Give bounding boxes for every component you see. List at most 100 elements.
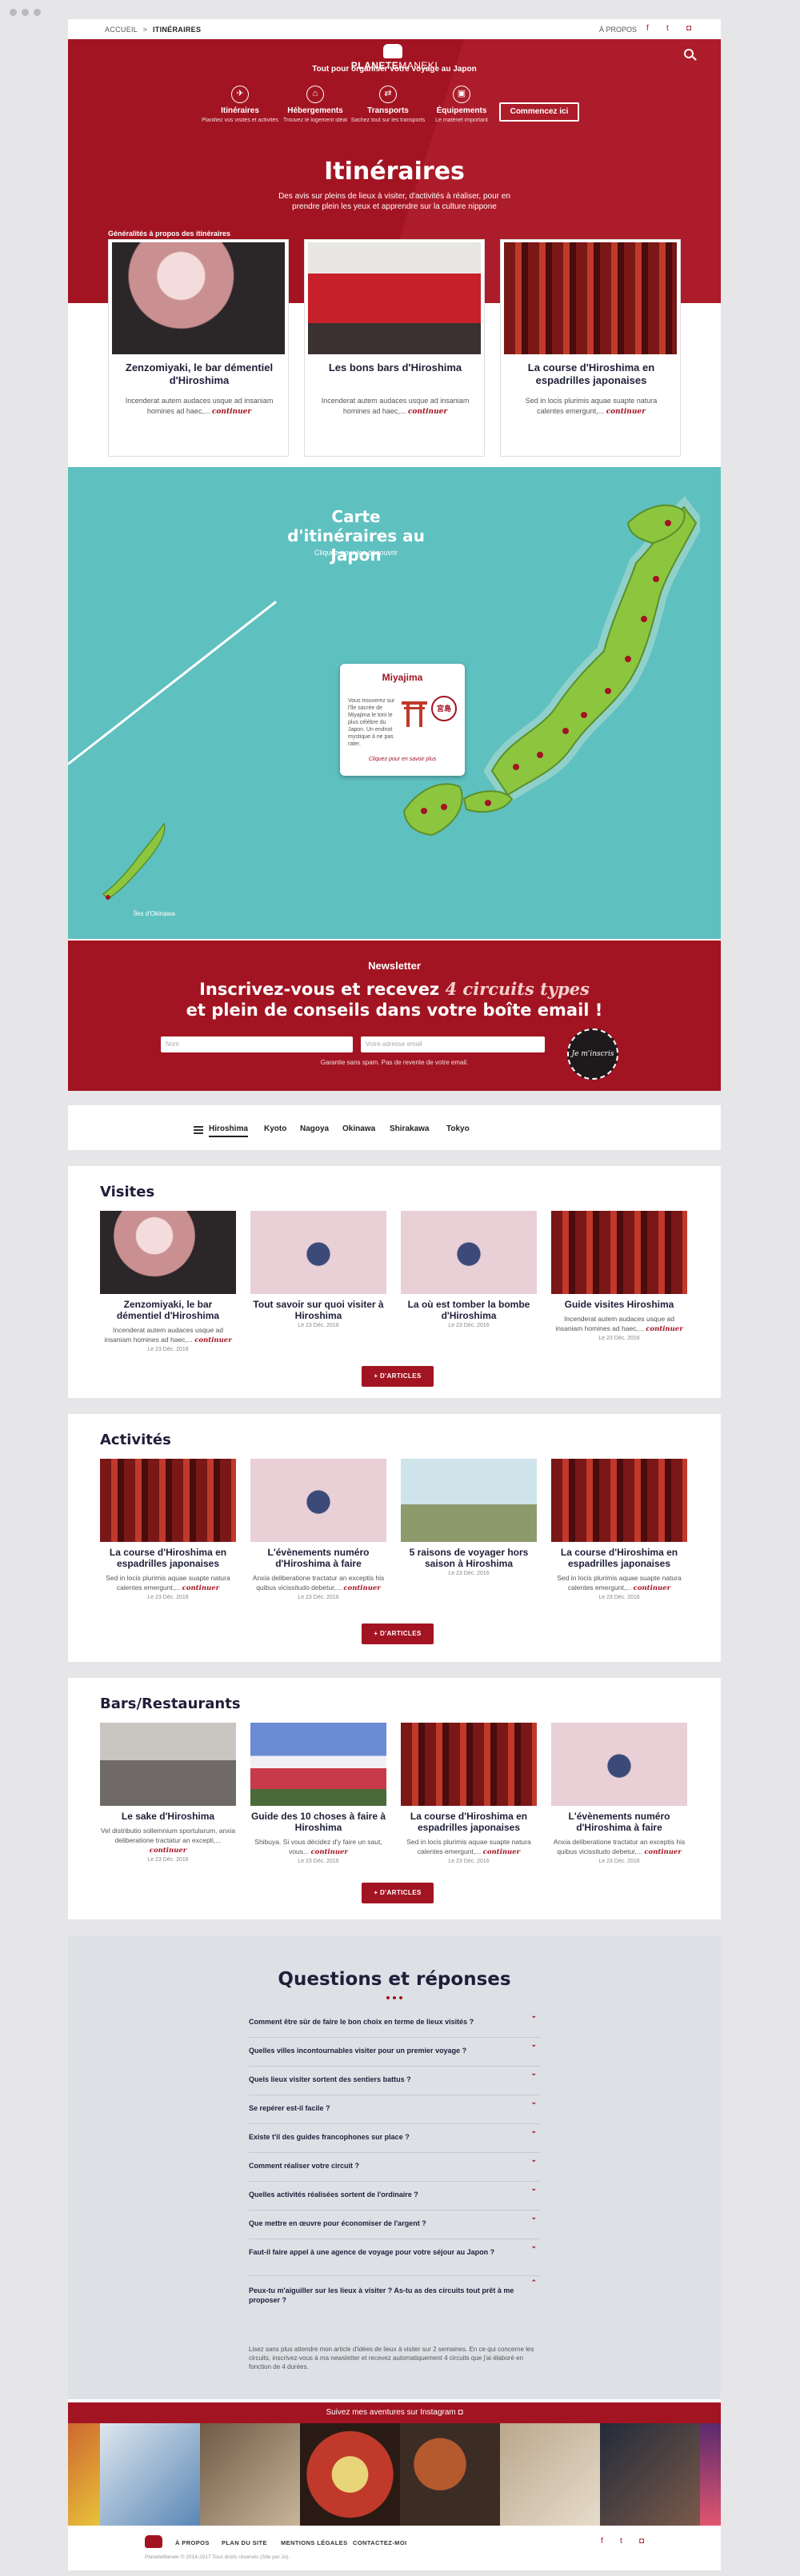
city-tab-nagoya[interactable]: Nagoya xyxy=(300,1124,329,1133)
nav-itineraires[interactable]: ✈ Itinéraires Planifiez vos visites et a… xyxy=(200,86,280,124)
footer-link-contact[interactable]: CONTACTEZ-MOI xyxy=(353,2539,407,2546)
instagram-photo[interactable] xyxy=(100,2423,200,2526)
article-tile[interactable]: L'évènements numéro d'Hiroshima à faire … xyxy=(250,1459,386,1600)
tile-date: Le 23 Déc. 2016 xyxy=(147,1347,189,1352)
featured-card[interactable]: Les bons bars d'Hiroshima Incenderat aut… xyxy=(304,239,485,457)
continue-link[interactable]: continuer xyxy=(408,408,447,416)
window-zoom-dot[interactable] xyxy=(34,9,41,16)
article-tile[interactable]: Zenzomiyaki, le bar démentiel d'Hiroshim… xyxy=(100,1211,236,1352)
faq-question[interactable]: Existe t'il des guides francophones sur … xyxy=(249,2124,540,2153)
instagram-photo[interactable] xyxy=(600,2423,700,2526)
continue-link[interactable]: continuer xyxy=(212,408,251,416)
article-tile[interactable]: La course d'Hiroshima en espadrilles jap… xyxy=(100,1459,236,1600)
continue-link[interactable]: continuer xyxy=(634,1584,670,1592)
instagram-photo[interactable] xyxy=(300,2423,400,2526)
section-title: Visites xyxy=(100,1184,155,1200)
instagram-bar[interactable]: Suivez mes aventures sur Instagram ◘ xyxy=(68,2402,721,2423)
city-tab-shirakawa[interactable]: Shirakawa xyxy=(390,1124,429,1133)
more-articles-button[interactable]: + D'ARTICLES xyxy=(362,1883,434,1903)
popup-more-link[interactable]: Cliquez pour en savoir plus xyxy=(340,757,465,762)
maneki-cat-icon[interactable] xyxy=(145,2535,162,2548)
section-gap xyxy=(68,1091,721,1105)
city-tab-hiroshima[interactable]: Hiroshima xyxy=(209,1124,248,1137)
article-tile[interactable]: Guide des 10 choses à faire à Hiroshima … xyxy=(250,1723,386,1864)
instagram-photo[interactable] xyxy=(700,2423,721,2526)
more-articles-button[interactable]: + D'ARTICLES xyxy=(362,1366,434,1387)
continue-link[interactable]: continuer xyxy=(150,1847,186,1855)
instagram-photo[interactable] xyxy=(68,2423,100,2526)
okinawa-islands[interactable] xyxy=(84,819,180,907)
subscribe-button[interactable]: Je m'inscris xyxy=(567,1028,618,1080)
continue-link[interactable]: continuer xyxy=(646,1325,682,1333)
article-photo xyxy=(250,1459,386,1542)
nav-subtitle: Sachez tout sur les transports xyxy=(350,118,426,123)
nav-hebergements[interactable]: ⌂ Hébergements Trouvez le logement idéal xyxy=(275,86,355,124)
city-tab-okinawa[interactable]: Okinawa xyxy=(342,1124,375,1133)
article-tile[interactable]: L'évènements numéro d'Hiroshima à faire … xyxy=(551,1723,687,1864)
faq-question[interactable]: Quelles activités réalisées sortent de l… xyxy=(249,2182,540,2211)
article-tile[interactable]: 5 raisons de voyager hors saison à Hiros… xyxy=(401,1459,537,1576)
continue-link[interactable]: continuer xyxy=(644,1848,681,1856)
twitter-icon[interactable]: t xyxy=(666,24,669,33)
email-field[interactable]: Votre adresse email xyxy=(361,1036,545,1052)
faq-question[interactable]: Que mettre en œuvre pour économiser de l… xyxy=(249,2211,540,2239)
article-tile[interactable]: La où est tomber la bombe d'Hiroshima Le… xyxy=(401,1211,537,1328)
faq-question-open[interactable]: Peux-tu m'aiguiller sur les lieux à visi… xyxy=(249,2276,540,2335)
twitter-icon[interactable]: t xyxy=(620,2537,622,2546)
facebook-icon[interactable]: f xyxy=(601,2537,603,2546)
article-tile[interactable]: Guide visites Hiroshima Incenderat autem… xyxy=(551,1211,687,1341)
faq-question[interactable]: Se repérer est-il facile ? ⌄ xyxy=(249,2095,540,2124)
map-popup[interactable]: Miyajima Vous trouverez sur l'île sacrée… xyxy=(340,664,465,776)
breadcrumb-current: ITINÉRAIRES xyxy=(152,26,202,34)
instagram-icon[interactable]: ◘ xyxy=(686,24,691,33)
instagram-photo[interactable] xyxy=(500,2423,600,2526)
section-title: Activités xyxy=(100,1432,171,1448)
more-articles-button[interactable]: + D'ARTICLES xyxy=(362,1623,434,1644)
chevron-down-icon: ⌄ xyxy=(530,2098,537,2106)
featured-card[interactable]: Zenzomiyaki, le bar démentiel d'Hiroshim… xyxy=(108,239,289,457)
faq-question[interactable]: Quelles villes incontournables visiter p… xyxy=(249,2038,540,2067)
list-icon[interactable] xyxy=(194,1126,203,1134)
continue-link[interactable]: continuer xyxy=(310,1848,347,1856)
continue-link[interactable]: continuer xyxy=(343,1584,380,1592)
continue-link[interactable]: continuer xyxy=(483,1848,520,1856)
article-tile[interactable]: La course d'Hiroshima en espadrilles jap… xyxy=(551,1459,687,1600)
window-close-dot[interactable] xyxy=(10,9,17,16)
city-tab-tokyo[interactable]: Tokyo xyxy=(446,1124,470,1133)
instagram-icon[interactable]: ◘ xyxy=(639,2537,644,2546)
instagram-photo[interactable] xyxy=(200,2423,300,2526)
search-icon[interactable] xyxy=(684,49,694,58)
instagram-photo[interactable] xyxy=(400,2423,500,2526)
faq-question[interactable]: Comment être sûr de faire le bon choix e… xyxy=(249,2009,540,2038)
footer-link-apropos[interactable]: À PROPOS xyxy=(175,2539,210,2546)
apropos-link[interactable]: À PROPOS xyxy=(599,26,637,34)
faq-question[interactable]: Faut-il faire appel à une agence de voya… xyxy=(249,2239,540,2276)
breadcrumb-home[interactable]: ACCUEIL xyxy=(105,26,138,34)
footer-link-legal[interactable]: MENTIONS LÉGALES xyxy=(281,2539,348,2546)
continue-link[interactable]: continuer xyxy=(182,1584,219,1592)
city-tab-kyoto[interactable]: Kyoto xyxy=(264,1124,286,1133)
footer-link-sitemap[interactable]: PLAN DU SITE xyxy=(222,2539,267,2546)
bed-icon: ⌂ xyxy=(306,86,324,103)
article-tile[interactable]: La course d'Hiroshima en espadrilles jap… xyxy=(401,1723,537,1864)
faq-question[interactable]: Quels lieux visiter sortent des sentiers… xyxy=(249,2067,540,2095)
continue-link[interactable]: continuer xyxy=(194,1336,231,1344)
faq-question[interactable]: Comment réaliser votre circuit ? ⌄ xyxy=(249,2153,540,2182)
itinerary-map[interactable]: Carte d'itinéraires au Japon Cliquez pou… xyxy=(68,467,721,939)
faq-question-text: Quels lieux visiter sortent des sentiers… xyxy=(249,2075,411,2083)
chevron-down-icon: ⌄ xyxy=(530,2155,537,2163)
facebook-icon[interactable]: f xyxy=(646,24,649,33)
name-field[interactable]: Nom xyxy=(161,1036,353,1052)
nav-equipements[interactable]: ▣ Équipements Le matériel important xyxy=(422,86,502,124)
continue-link[interactable]: continuer xyxy=(606,408,646,416)
article-tile[interactable]: Tout savoir sur quoi visiter à Hiroshima… xyxy=(250,1211,386,1328)
featured-card[interactable]: La course d'Hiroshima en espadrilles jap… xyxy=(500,239,681,457)
title-dots xyxy=(385,1996,404,1999)
maneki-cat-icon xyxy=(383,44,402,58)
article-tile[interactable]: Le sake d'Hiroshima Vel distributio soll… xyxy=(100,1723,236,1863)
nav-transports[interactable]: ⇄ Transports Sachez tout sur les transpo… xyxy=(348,86,428,124)
chevron-down-icon: ⌄ xyxy=(530,2242,537,2250)
start-here-button[interactable]: Commencez ici xyxy=(499,102,579,122)
okinawa-label: Îles d'Okinawa xyxy=(134,910,175,917)
window-minimize-dot[interactable] xyxy=(22,9,29,16)
